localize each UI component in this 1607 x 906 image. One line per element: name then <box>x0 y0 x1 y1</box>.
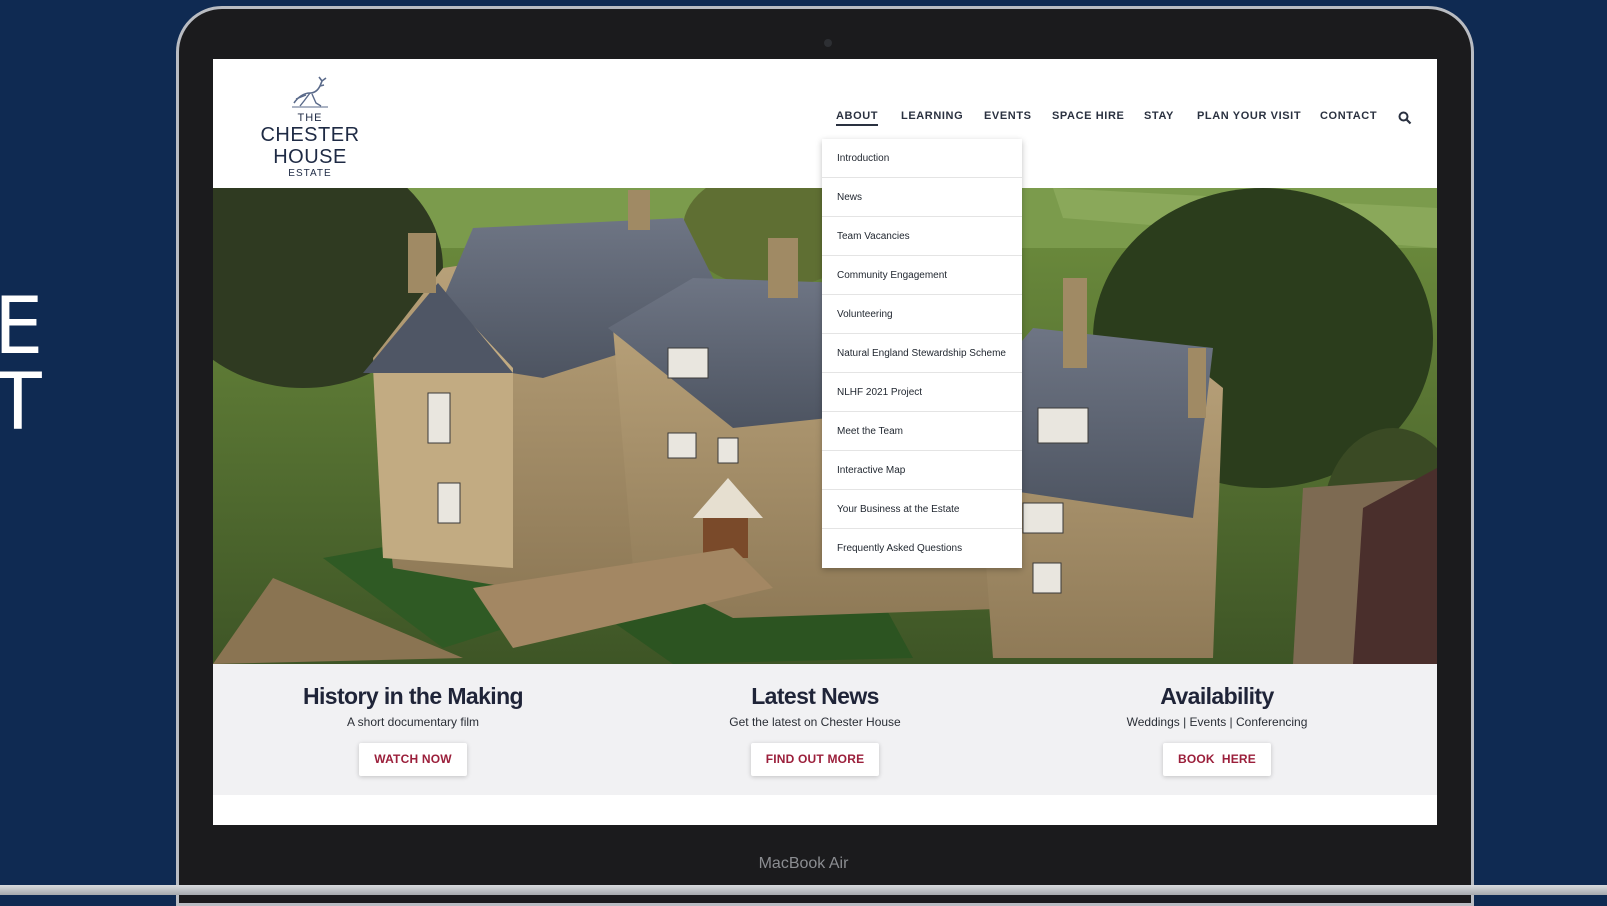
nav-item-space-hire[interactable]: SPACE HIRE <box>1052 110 1124 122</box>
dropdown-item-interactive-map[interactable]: Interactive Map <box>822 451 1022 490</box>
cta-band: History in the Making A short documentar… <box>213 664 1437 795</box>
nav-item-learning[interactable]: LEARNING <box>901 110 963 122</box>
nav-item-about[interactable]: ABOUT <box>836 110 879 126</box>
camera-icon <box>824 39 832 47</box>
dropdown-item-team-vacancies[interactable]: Team Vacancies <box>822 217 1022 256</box>
logo-line-2: CHESTER HOUSE <box>260 124 360 168</box>
dropdown-item-news[interactable]: News <box>822 178 1022 217</box>
search-icon[interactable] <box>1398 111 1412 125</box>
cta-news: Latest News Get the latest on Chester Ho… <box>615 664 1015 776</box>
dropdown-item-volunteering[interactable]: Volunteering <box>822 295 1022 334</box>
cta-title: Availability <box>1160 683 1274 709</box>
cta-history: History in the Making A short documentar… <box>213 664 613 776</box>
dropdown-item-meet-the-team[interactable]: Meet the Team <box>822 412 1022 451</box>
dropdown-item-stewardship-scheme[interactable]: Natural England Stewardship Scheme <box>822 334 1022 373</box>
website-screen: THE CHESTER HOUSE ESTATE ABOUT LEARNING … <box>213 59 1437 825</box>
find-out-more-button[interactable]: FIND OUT MORE <box>750 743 880 776</box>
nav-item-plan-your-visit[interactable]: PLAN YOUR VISIT <box>1197 110 1301 122</box>
dropdown-item-nlhf-project[interactable]: NLHF 2021 Project <box>822 373 1022 412</box>
backdrop-letter: E <box>0 282 44 372</box>
cta-subtitle: Weddings | Events | Conferencing <box>1126 715 1308 729</box>
device-label: MacBook Air <box>758 855 849 872</box>
nav-item-stay[interactable]: STAY <box>1144 110 1174 122</box>
dropdown-item-introduction[interactable]: Introduction <box>822 139 1022 178</box>
main-nav: ABOUT LEARNING EVENTS SPACE HIRE STAY PL… <box>213 110 1437 130</box>
deer-logo-icon <box>292 76 328 108</box>
dropdown-item-community-engagement[interactable]: Community Engagement <box>822 256 1022 295</box>
backdrop-letters: E T <box>0 282 44 448</box>
cta-subtitle: Get the latest on Chester House <box>729 715 901 729</box>
cta-subtitle: A short documentary film <box>346 715 480 729</box>
backdrop-letter: T <box>0 358 42 448</box>
dropdown-item-your-business[interactable]: Your Business at the Estate <box>822 490 1022 529</box>
nav-item-contact[interactable]: CONTACT <box>1320 110 1377 122</box>
laptop-base <box>0 885 1607 895</box>
watch-now-button[interactable]: WATCH NOW <box>359 743 467 776</box>
about-dropdown-menu: Introduction News Team Vacancies Communi… <box>822 139 1022 568</box>
nav-item-events[interactable]: EVENTS <box>984 110 1032 122</box>
book-here-button[interactable]: BOOK HERE <box>1162 743 1271 776</box>
cta-title: History in the Making <box>303 683 524 709</box>
dropdown-item-faq[interactable]: Frequently Asked Questions <box>822 529 1022 568</box>
cta-availability: Availability Weddings | Events | Confere… <box>1017 664 1417 776</box>
cta-title: Latest News <box>751 683 879 709</box>
logo-line-3: ESTATE <box>288 168 332 179</box>
